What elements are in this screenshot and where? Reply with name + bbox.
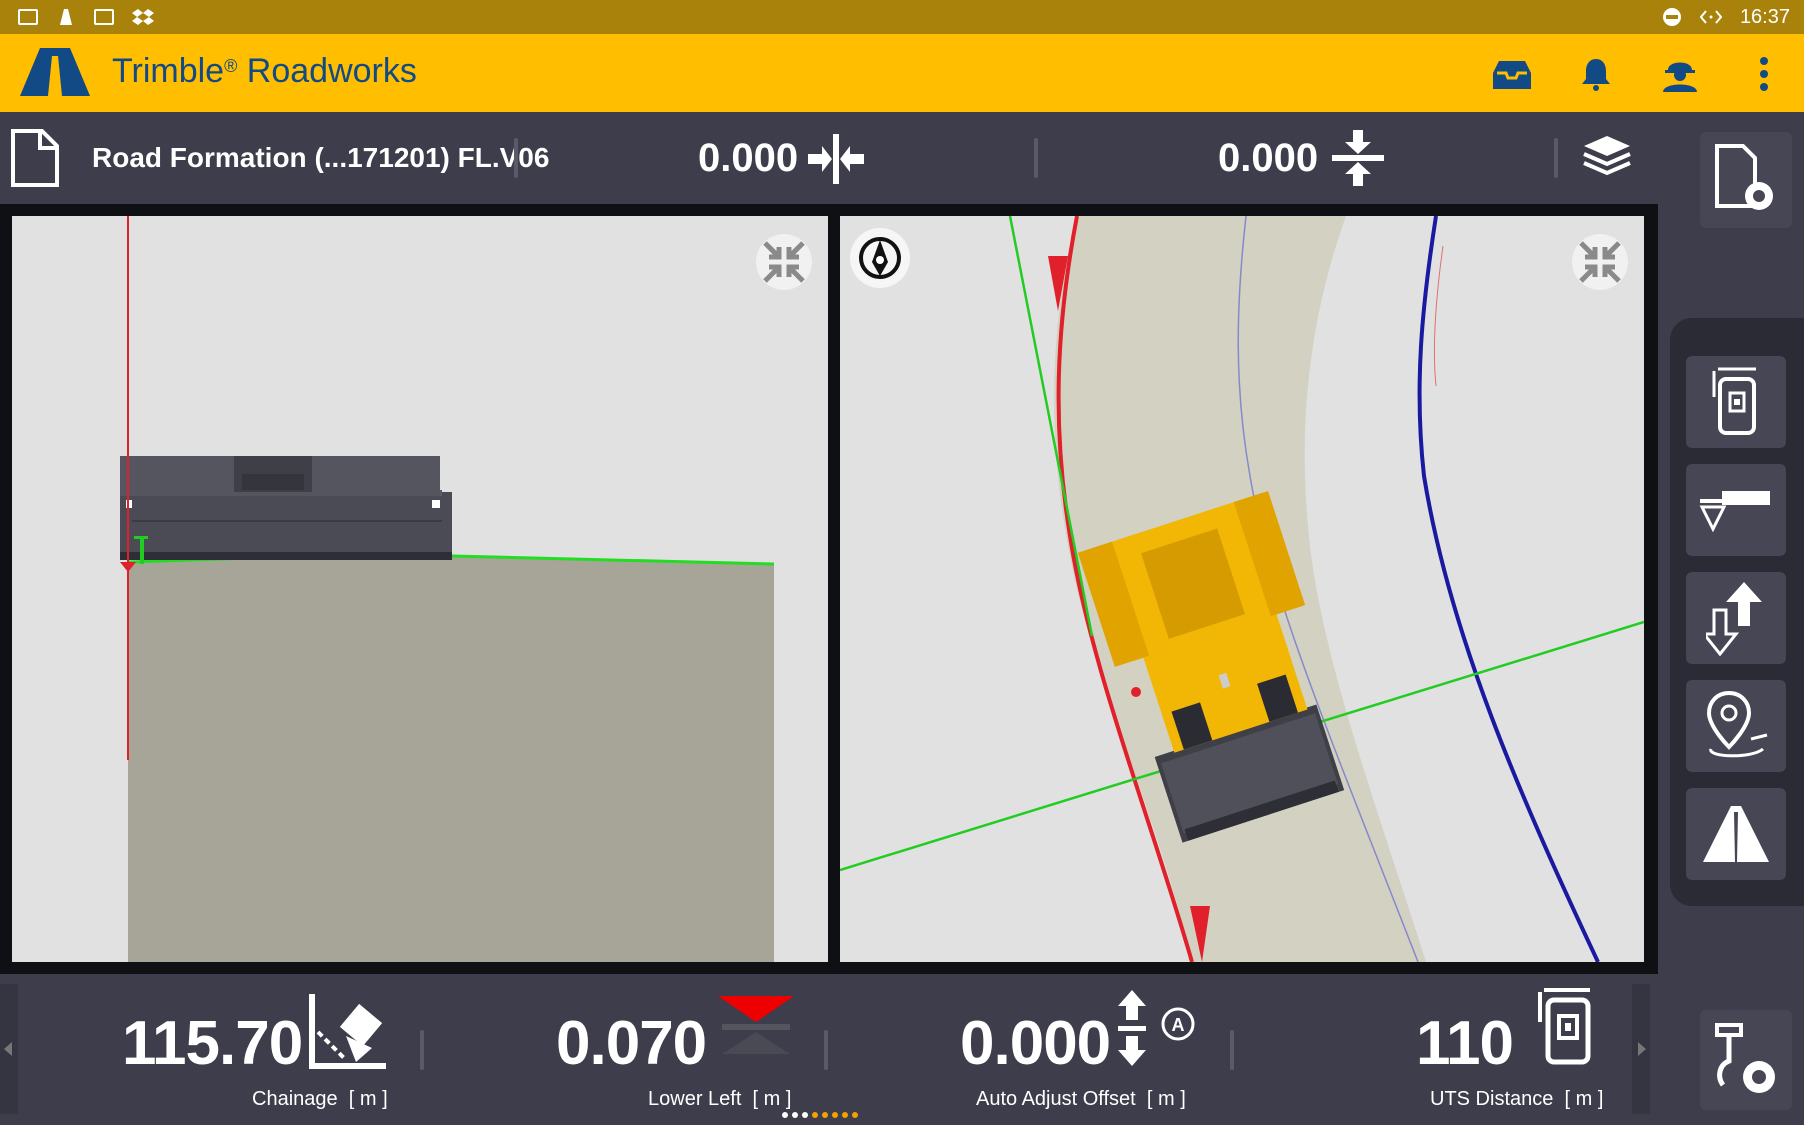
compass-icon [859,237,901,279]
collapse-icon [1579,241,1621,283]
vertical-offset-icon[interactable] [1330,130,1386,186]
metric-lower-left[interactable]: 0.070 Lower Left [ m ] [430,974,830,1125]
cross-section-view[interactable] [12,216,828,962]
collapse-view-button[interactable] [756,234,812,290]
machine-settings-button[interactable] [1700,1010,1792,1110]
view-area [0,204,1658,974]
page-dot[interactable] [782,1112,788,1118]
screed-button[interactable] [1686,464,1786,556]
page-indicator [782,1112,858,1118]
do-not-disturb-icon [1662,8,1681,26]
metric-auto-adjust-offset[interactable]: 0.000 A Auto Adjust Offset [ m ] [834,974,1224,1125]
road-view-icon [1703,806,1769,862]
machine-settings-icon [1715,1023,1775,1093]
divider [1034,138,1038,178]
divider [1554,138,1558,178]
chainage-value: 115.70 [122,1009,303,1078]
screed-icon [1699,491,1770,533]
horizontal-offset-icon[interactable] [808,132,864,186]
uts-distance-icon [1538,988,1591,1065]
lower-left-value: 0.070 [556,1009,707,1078]
uts-button[interactable] [1686,356,1786,448]
svg-text:A: A [1172,1015,1185,1035]
chainage-label: Chainage [ m ] [252,1088,388,1110]
collapse-view-button[interactable] [1572,234,1628,290]
compass-button[interactable] [850,228,910,288]
divider [514,138,518,178]
app-title: Trimble® Roadworks [112,52,417,90]
metric-chainage[interactable]: 115.70 Chainage [ m ] [0,974,420,1125]
page-dot[interactable] [802,1112,808,1118]
network-icon [1699,10,1722,24]
horizontal-offset-value[interactable]: 0.000 [698,136,798,181]
app-bar: Trimble® Roadworks [0,34,1804,112]
dropbox-icon [132,9,154,25]
plan-view[interactable] [840,216,1644,962]
uts-target-icon [1712,367,1756,435]
page-dot[interactable] [832,1112,838,1118]
scroll-right-button[interactable] [1632,984,1650,1114]
ground-section [128,554,774,962]
metrics-bar: 115.70 Chainage [ m ] 0.070 Lower Left [… [0,974,1658,1125]
divider [1230,1030,1234,1070]
inbox-icon[interactable] [1492,54,1532,94]
location-button[interactable] [1686,680,1786,772]
file-settings-icon [1715,144,1773,210]
plan-canvas[interactable] [840,216,1644,962]
gallery-icon [18,9,38,25]
divider [824,1030,828,1070]
layers-icon[interactable] [1582,134,1632,178]
page-dot[interactable] [812,1112,818,1118]
raise-lower-button[interactable] [1686,572,1786,664]
collapse-icon [763,241,805,283]
auto-adjust-offset-label: Auto Adjust Offset [ m ] [976,1088,1186,1110]
status-time: 16:37 [1739,5,1790,28]
auto-adjust-icon: A [1118,990,1195,1066]
page-dot[interactable] [842,1112,848,1118]
design-toolbar: Road Formation (...171201) FL.V06 0.000 … [0,112,1660,204]
more-vert-icon[interactable] [1744,54,1784,94]
road-view-button[interactable] [1686,788,1786,880]
auto-adjust-offset-value: 0.000 [960,1009,1111,1078]
page-dot[interactable] [792,1112,798,1118]
design-settings-button[interactable] [1700,132,1792,228]
metric-uts-distance[interactable]: 110 UTS Distance [ m ] [1240,974,1640,1125]
lower-left-indicator-icon [718,996,794,1054]
chainage-icon [309,994,386,1069]
uts-distance-label: UTS Distance [ m ] [1430,1088,1604,1110]
cross-section-canvas[interactable] [12,216,828,962]
location-pin-icon [1706,691,1768,758]
roadworks-icon [60,9,72,25]
page-dot[interactable] [852,1112,858,1118]
design-file-name[interactable]: Road Formation (...171201) FL.V06 [92,142,549,174]
bell-icon[interactable] [1576,54,1616,94]
file-icon[interactable] [10,128,60,188]
raise-lower-icon [1706,582,1762,656]
divider [420,1030,424,1070]
vertical-offset-value[interactable]: 0.000 [1218,136,1318,181]
wallet-icon [94,9,114,25]
trimble-logo-icon [20,48,90,96]
user-hardhat-icon[interactable] [1660,54,1700,94]
chevron-right-icon [1638,1042,1646,1056]
string-line [1417,216,1600,962]
elevation-marker [140,536,144,564]
status-bar: 16:37 [0,0,1804,34]
position-marker [1131,687,1141,697]
lower-left-label: Lower Left [ m ] [648,1088,792,1110]
page-dot[interactable] [822,1112,828,1118]
paver-machine-side [120,456,452,560]
right-sidebar [1670,318,1804,906]
uts-distance-value: 110 [1416,1009,1514,1078]
